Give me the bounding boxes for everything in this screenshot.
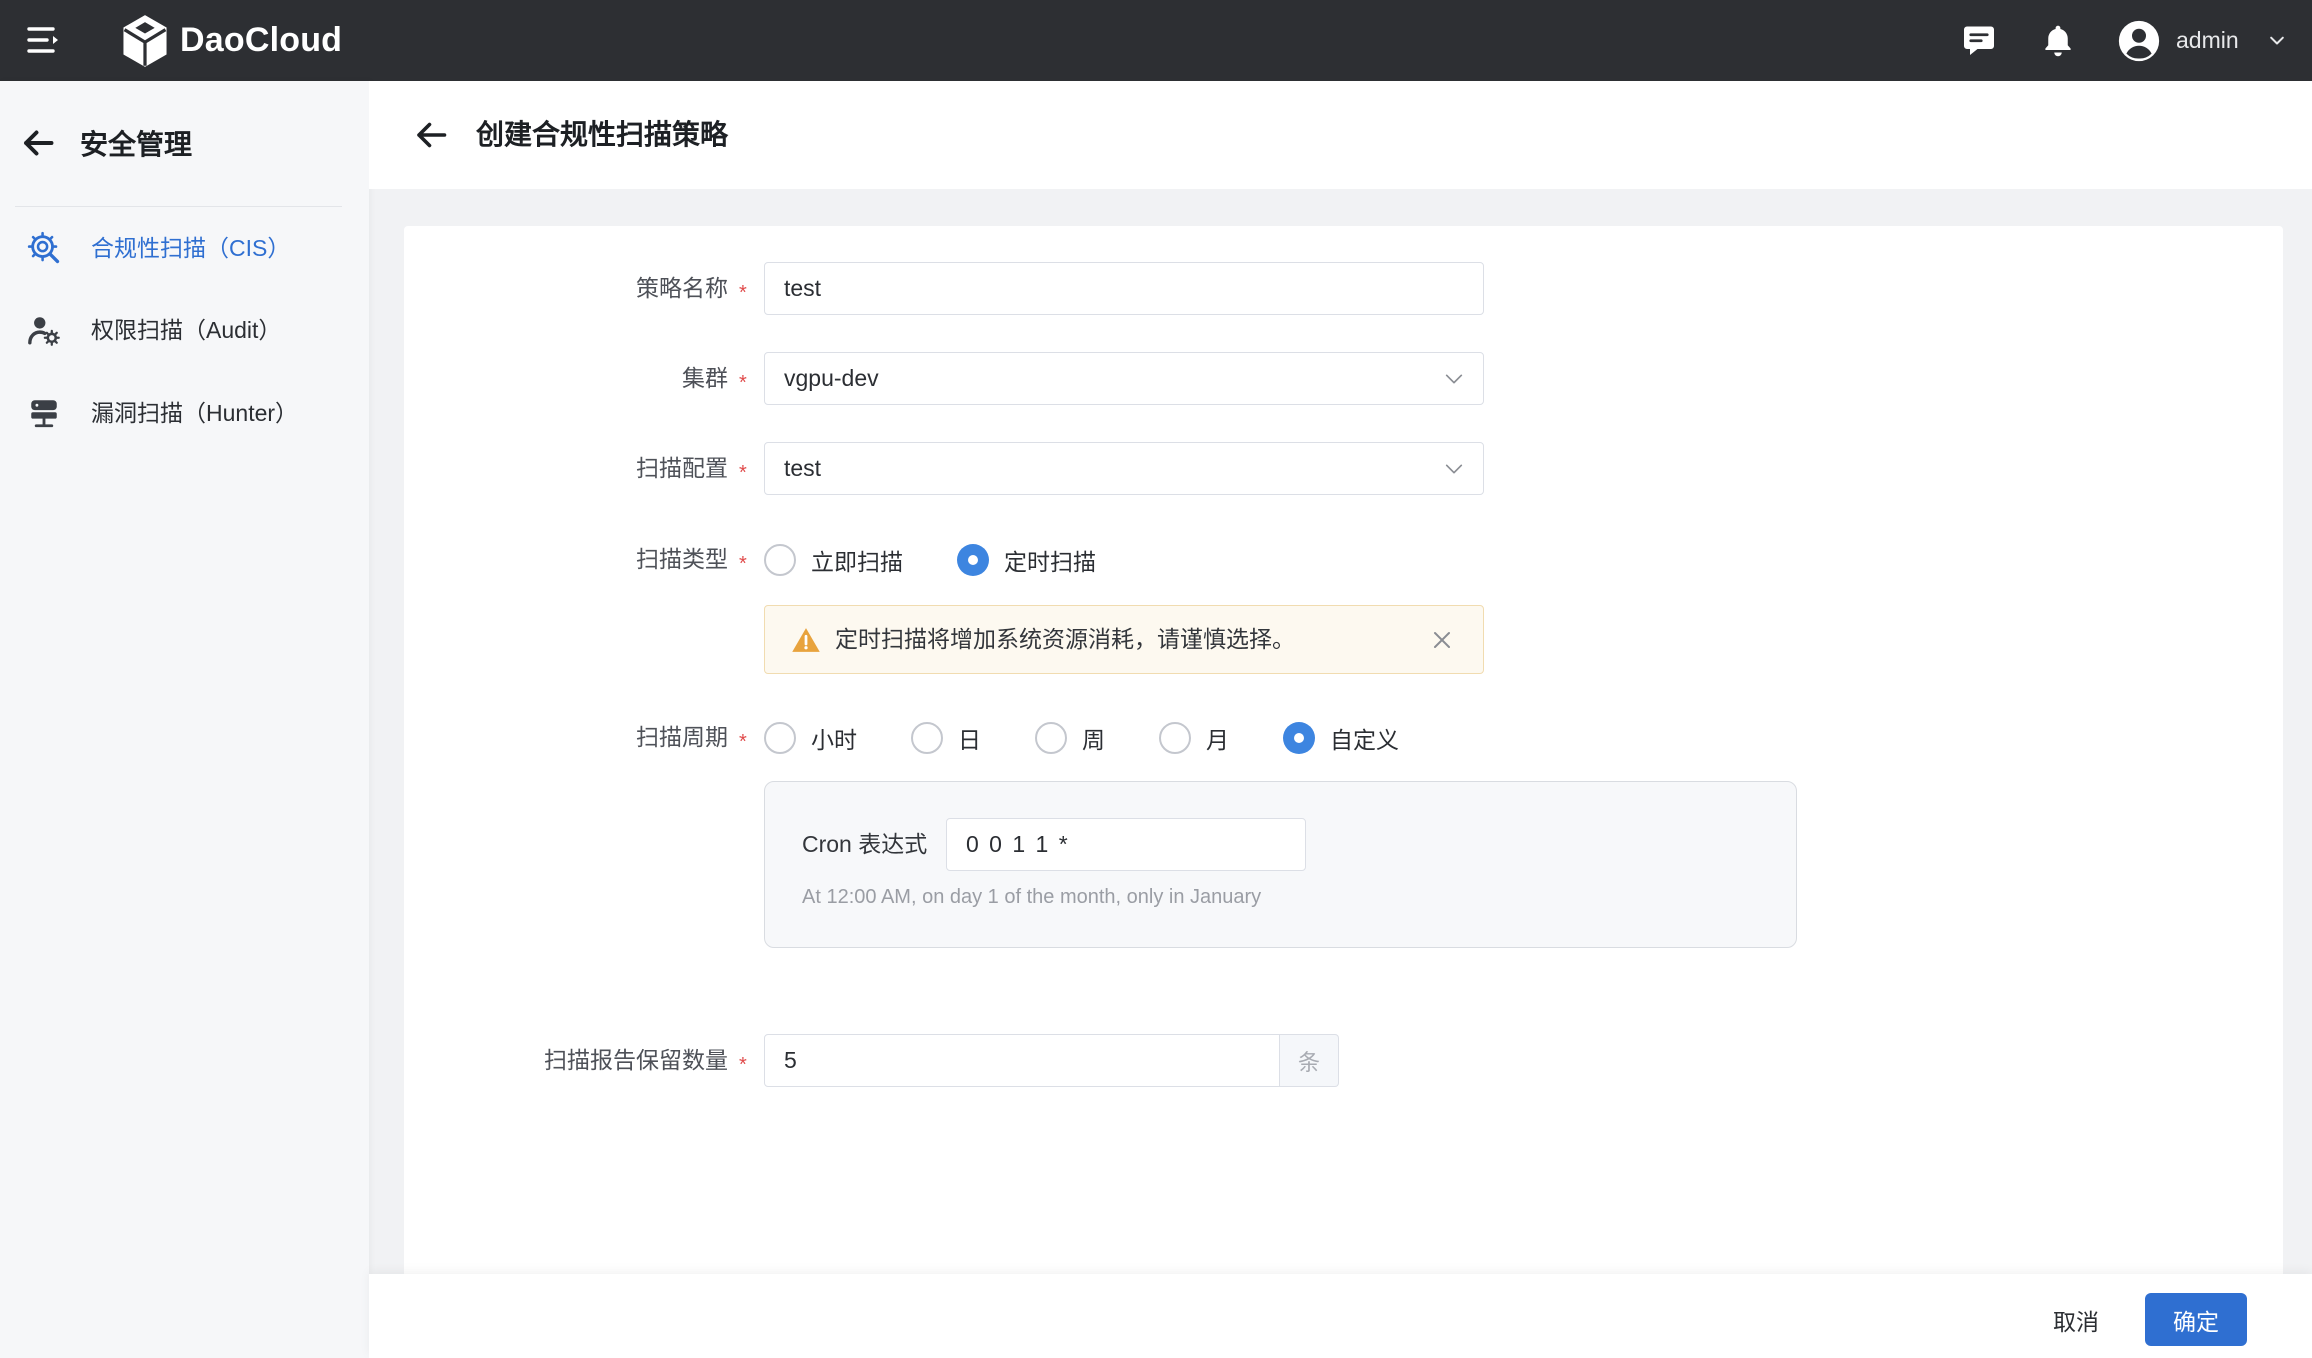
message-icon[interactable] bbox=[1957, 18, 2001, 62]
scan-cycle-label: 扫描周期 bbox=[636, 724, 728, 750]
sidebar: 安全管理 合规性扫描（CIS） 权限扫描（Audit） 漏洞扫描（Hunter） bbox=[0, 81, 369, 1358]
page-title: 创建合规性扫描策略 bbox=[476, 119, 729, 150]
radio-circle[interactable] bbox=[1283, 721, 1315, 754]
radio-scan-type-scheduled[interactable]: 定时扫描 bbox=[957, 543, 1096, 577]
radio-circle[interactable] bbox=[764, 721, 796, 754]
sidebar-item-vulnerability-scan[interactable]: 漏洞扫描（Hunter） bbox=[0, 383, 369, 443]
sidebar-item-label[interactable]: 合规性扫描（CIS） bbox=[91, 218, 290, 278]
confirm-button[interactable]: 确定 bbox=[2145, 1293, 2247, 1346]
required-mark: * bbox=[739, 462, 747, 484]
scan-config-select[interactable]: test bbox=[764, 442, 1484, 495]
cluster-label: 集群 bbox=[682, 365, 728, 391]
report-retention-input[interactable] bbox=[764, 1034, 1280, 1087]
daocloud-logo-icon bbox=[119, 13, 171, 69]
alert-message: 定时扫描将增加系统资源消耗，请谨慎选择。 bbox=[835, 626, 1295, 652]
radio-label[interactable]: 月 bbox=[1206, 721, 1229, 755]
permission-scan-icon bbox=[27, 313, 61, 347]
arrow-left-icon[interactable] bbox=[413, 117, 449, 153]
required-mark: * bbox=[739, 372, 747, 394]
policy-name-input[interactable] bbox=[764, 262, 1484, 315]
required-mark: * bbox=[739, 1054, 747, 1076]
vulnerability-scan-icon bbox=[27, 396, 61, 430]
arrow-left-icon[interactable] bbox=[20, 125, 56, 161]
required-mark: * bbox=[739, 731, 747, 753]
sidebar-item-label[interactable]: 漏洞扫描（Hunter） bbox=[91, 383, 298, 443]
radio-circle[interactable] bbox=[1159, 721, 1191, 754]
user-name[interactable]: admin bbox=[2176, 27, 2239, 54]
scan-config-label: 扫描配置 bbox=[636, 455, 728, 481]
radio-cycle-month[interactable]: 月 bbox=[1159, 721, 1229, 755]
cron-expression-label: Cron 表达式 bbox=[802, 831, 928, 857]
radio-cycle-custom[interactable]: 自定义 bbox=[1283, 721, 1399, 755]
radio-cycle-week[interactable]: 周 bbox=[1035, 721, 1105, 755]
page-header: 创建合规性扫描策略 bbox=[369, 81, 2312, 189]
cluster-select[interactable]: vgpu-dev bbox=[764, 352, 1484, 405]
radio-circle[interactable] bbox=[911, 721, 943, 754]
radio-label[interactable]: 日 bbox=[958, 721, 981, 755]
top-navigation-bar: DaoCloud admin bbox=[0, 0, 2312, 81]
chevron-down-icon[interactable] bbox=[1443, 368, 1465, 390]
form-row-cluster: 集群 * vgpu-dev bbox=[404, 352, 2283, 405]
sidebar-item-compliance-scan[interactable]: 合规性扫描（CIS） bbox=[0, 218, 369, 278]
radio-circle[interactable] bbox=[764, 543, 796, 576]
cron-expression-input[interactable] bbox=[946, 818, 1306, 871]
required-mark: * bbox=[739, 282, 747, 304]
radio-circle[interactable] bbox=[1035, 721, 1067, 754]
user-menu[interactable]: admin bbox=[2118, 0, 2287, 81]
form-row-scan-type: 扫描类型 * 立即扫描 定时扫描 bbox=[404, 533, 2283, 586]
radio-label[interactable]: 立即扫描 bbox=[811, 543, 903, 577]
radio-scan-type-immediate[interactable]: 立即扫描 bbox=[764, 543, 903, 577]
cluster-select-value[interactable]: vgpu-dev bbox=[784, 353, 879, 404]
radio-cycle-day[interactable]: 日 bbox=[911, 721, 981, 755]
cron-expression-panel: Cron 表达式 At 12:00 AM, on day 1 of the mo… bbox=[764, 781, 1797, 948]
brand-logo[interactable]: DaoCloud bbox=[119, 0, 342, 81]
form-footer: 取消 确定 bbox=[369, 1274, 2312, 1358]
chevron-down-icon[interactable] bbox=[1443, 458, 1465, 480]
radio-cycle-hour[interactable]: 小时 bbox=[764, 721, 857, 755]
radio-label[interactable]: 定时扫描 bbox=[1004, 543, 1096, 577]
report-retention-label: 扫描报告保留数量 bbox=[544, 1047, 728, 1073]
cron-expression-description: At 12:00 AM, on day 1 of the month, only… bbox=[802, 886, 1262, 908]
close-icon[interactable] bbox=[1430, 628, 1454, 652]
policy-form-card: 策略名称 * 集群 * vgpu-dev 扫描配置 * test bbox=[404, 226, 2283, 1286]
required-mark: * bbox=[739, 553, 747, 575]
policy-name-label: 策略名称 bbox=[636, 275, 728, 301]
compliance-scan-icon bbox=[27, 231, 61, 265]
sidebar-item-permission-scan[interactable]: 权限扫描（Audit） bbox=[0, 300, 369, 360]
scan-cycle-radio-group: 小时 日 周 月 自定义 bbox=[764, 711, 1453, 764]
scheduled-scan-warning-alert: 定时扫描将增加系统资源消耗，请谨慎选择。 bbox=[764, 605, 1484, 674]
sidebar-title[interactable]: 安全管理 bbox=[80, 123, 192, 163]
user-avatar-icon[interactable] bbox=[2118, 20, 2160, 62]
warning-icon bbox=[791, 626, 821, 654]
hamburger-icon[interactable] bbox=[24, 20, 64, 60]
form-row-scan-config: 扫描配置 * test bbox=[404, 442, 2283, 495]
form-row-policy-name: 策略名称 * bbox=[404, 262, 2283, 315]
sidebar-back-header[interactable]: 安全管理 bbox=[20, 118, 192, 168]
sidebar-divider bbox=[15, 206, 342, 207]
chevron-down-icon[interactable] bbox=[2267, 31, 2287, 51]
bell-icon[interactable] bbox=[2036, 18, 2080, 62]
form-row-scan-cycle: 扫描周期 * 小时 日 周 月 自定义 bbox=[404, 711, 2283, 764]
brand-name: DaoCloud bbox=[180, 21, 343, 59]
report-retention-unit: 条 bbox=[1280, 1034, 1339, 1087]
cancel-button[interactable]: 取消 bbox=[2031, 1293, 2121, 1346]
radio-circle[interactable] bbox=[957, 543, 989, 576]
form-row-report-retention: 扫描报告保留数量 * 条 bbox=[404, 1034, 2283, 1087]
radio-label[interactable]: 自定义 bbox=[1330, 721, 1399, 755]
scan-type-label: 扫描类型 bbox=[636, 546, 728, 572]
scan-config-select-value[interactable]: test bbox=[784, 443, 821, 494]
scan-type-radio-group: 立即扫描 定时扫描 bbox=[764, 533, 1150, 586]
radio-label[interactable]: 周 bbox=[1082, 721, 1105, 755]
sidebar-item-label[interactable]: 权限扫描（Audit） bbox=[91, 300, 281, 360]
radio-label[interactable]: 小时 bbox=[811, 721, 857, 755]
report-retention-input-group: 条 bbox=[764, 1034, 1339, 1087]
